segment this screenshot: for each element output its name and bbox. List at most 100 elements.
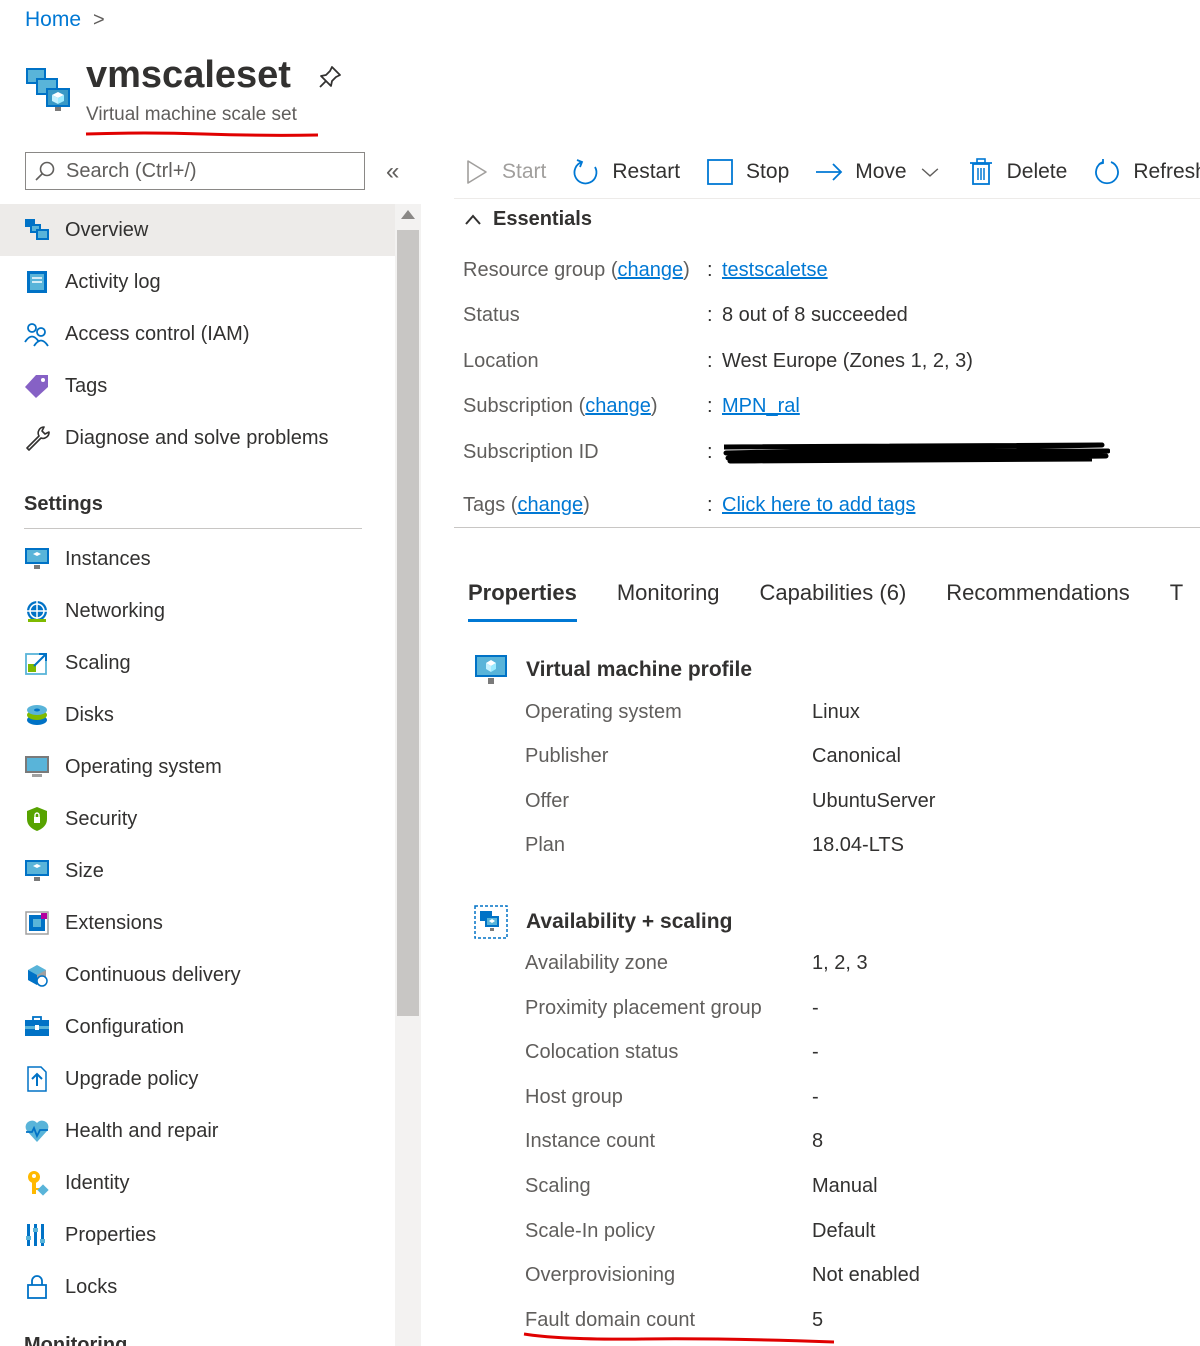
stop-button[interactable]: Stop bbox=[706, 158, 789, 186]
resource-group-label-text: Resource group bbox=[463, 258, 606, 281]
resource-group-change-link[interactable]: change bbox=[618, 259, 684, 281]
status-value: 8 out of 8 succeeded bbox=[722, 303, 908, 326]
property-value: 8 bbox=[812, 1129, 824, 1152]
sidebar-item-size[interactable]: Size bbox=[0, 845, 395, 897]
tags-label: Tags (change) bbox=[463, 493, 590, 516]
health-icon bbox=[24, 1118, 50, 1144]
property-value: UbuntuServer bbox=[812, 789, 936, 812]
sidebar-item-security[interactable]: Security bbox=[0, 793, 395, 845]
delete-button[interactable]: Delete bbox=[967, 158, 1067, 186]
collapse-sidebar-button[interactable]: « bbox=[386, 158, 399, 186]
property-row: Colocation status - bbox=[525, 1037, 819, 1067]
sidebar-item-disks[interactable]: Disks bbox=[0, 689, 395, 741]
sidebar-item-health-repair[interactable]: Health and repair bbox=[0, 1105, 395, 1157]
colon: : bbox=[707, 493, 713, 516]
search-placeholder: Search (Ctrl+/) bbox=[66, 159, 197, 182]
resource-group-link[interactable]: testscaletse bbox=[722, 259, 828, 282]
restart-button[interactable]: Restart bbox=[572, 158, 680, 186]
colon: : bbox=[707, 303, 713, 326]
sidebar-item-overview[interactable]: Overview bbox=[0, 204, 395, 256]
availability-heading: Availability + scaling bbox=[474, 905, 732, 939]
status-label: Status bbox=[463, 303, 520, 326]
sidebar-item-activity-log[interactable]: Activity log bbox=[0, 256, 395, 308]
search-icon bbox=[35, 161, 55, 181]
key-icon bbox=[24, 1170, 50, 1196]
property-row: Host group - bbox=[525, 1082, 819, 1112]
shield-icon bbox=[24, 806, 50, 832]
sidebar-item-extensions[interactable]: Extensions bbox=[0, 897, 395, 949]
colon: : bbox=[707, 440, 713, 463]
property-value: Canonical bbox=[812, 744, 901, 767]
sidebar-item-tags[interactable]: Tags bbox=[0, 360, 395, 412]
sidebar-item-access-control[interactable]: Access control (IAM) bbox=[0, 308, 395, 360]
configuration-icon bbox=[24, 1014, 50, 1040]
property-label: Plan bbox=[525, 833, 566, 856]
sidebar-item-instances[interactable]: Instances bbox=[0, 533, 395, 585]
tab-properties[interactable]: Properties bbox=[468, 576, 577, 622]
sidebar-item-diagnose[interactable]: Diagnose and solve problems bbox=[0, 412, 395, 464]
colon: : bbox=[707, 349, 713, 372]
tab-monitoring[interactable]: Monitoring bbox=[617, 576, 720, 620]
vm-profile-title: Virtual machine profile bbox=[526, 658, 753, 681]
refresh-button[interactable]: Refresh bbox=[1093, 158, 1200, 186]
tags-change-link[interactable]: change bbox=[517, 494, 583, 516]
tab-capabilities[interactable]: Capabilities (6) bbox=[760, 576, 907, 620]
continuous-delivery-icon bbox=[24, 962, 50, 988]
property-row: Publisher Canonical bbox=[525, 741, 901, 771]
vm-profile-heading: Virtual machine profile bbox=[474, 653, 752, 687]
sidebar-item-networking[interactable]: Networking bbox=[0, 585, 395, 637]
subscription-change-link[interactable]: change bbox=[585, 395, 651, 417]
sidebar-item-operating-system[interactable]: Operating system bbox=[0, 741, 395, 793]
tab-tutorials[interactable]: T bbox=[1170, 576, 1183, 620]
sidebar-item-label: Tags bbox=[65, 374, 108, 397]
sidebar-item-label: Scaling bbox=[65, 651, 131, 674]
property-row: Instance count 8 bbox=[525, 1126, 823, 1156]
property-row: Offer UbuntuServer bbox=[525, 786, 935, 816]
breadcrumb-home-link[interactable]: Home bbox=[25, 8, 81, 32]
move-label: Move bbox=[855, 160, 907, 183]
scrollbar-thumb[interactable] bbox=[397, 230, 419, 1016]
property-label: Proximity placement group bbox=[525, 996, 762, 1019]
property-label: Fault domain count bbox=[525, 1308, 696, 1331]
sidebar-item-identity[interactable]: Identity bbox=[0, 1157, 395, 1209]
extensions-icon bbox=[24, 910, 50, 936]
sidebar-section-monitoring: Monitoring bbox=[24, 1334, 128, 1346]
pin-icon[interactable] bbox=[317, 64, 343, 90]
sidebar-item-label: Operating system bbox=[65, 755, 222, 778]
property-value: Default bbox=[812, 1219, 876, 1242]
sidebar-item-label: Properties bbox=[65, 1223, 157, 1246]
property-label: Instance count bbox=[525, 1129, 656, 1152]
sidebar-item-configuration[interactable]: Configuration bbox=[0, 1001, 395, 1053]
scroll-up-arrow-icon[interactable] bbox=[401, 210, 415, 219]
sidebar-item-upgrade-policy[interactable]: Upgrade policy bbox=[0, 1053, 395, 1105]
subscription-link[interactable]: MPN_ral bbox=[722, 395, 800, 418]
add-tags-link[interactable]: Click here to add tags bbox=[722, 494, 915, 517]
chevron-up-icon bbox=[465, 213, 481, 225]
os-icon bbox=[24, 754, 50, 780]
redaction-scribble bbox=[723, 442, 1110, 464]
property-value: Not enabled bbox=[812, 1263, 920, 1286]
sidebar-item-label: Health and repair bbox=[65, 1119, 219, 1142]
essentials-row-subscription: Subscription (change) : MPN_ral bbox=[463, 391, 800, 421]
sidebar-scrollbar[interactable] bbox=[395, 204, 421, 1346]
sidebar-item-continuous-delivery[interactable]: Continuous delivery bbox=[0, 949, 395, 1001]
refresh-label: Refresh bbox=[1133, 160, 1200, 183]
start-button[interactable]: Start bbox=[462, 158, 546, 186]
property-value: - bbox=[812, 996, 819, 1019]
sidebar-item-properties[interactable]: Properties bbox=[0, 1209, 395, 1261]
sidebar-item-locks[interactable]: Locks bbox=[0, 1261, 395, 1313]
overview-icon bbox=[24, 217, 50, 243]
essentials-toggle[interactable]: Essentials bbox=[463, 208, 592, 231]
tags-label-text: Tags bbox=[463, 493, 506, 516]
size-icon bbox=[24, 858, 50, 884]
sidebar-item-scaling[interactable]: Scaling bbox=[0, 637, 395, 689]
search-input[interactable]: Search (Ctrl+/) bbox=[25, 152, 365, 190]
wrench-icon bbox=[24, 425, 50, 451]
arrow-right-icon bbox=[816, 163, 843, 181]
sidebar-item-label: Instances bbox=[65, 547, 151, 570]
properties-icon bbox=[24, 1222, 50, 1248]
move-button[interactable]: Move bbox=[815, 158, 940, 186]
colon: : bbox=[707, 258, 713, 281]
stop-label: Stop bbox=[746, 160, 790, 183]
tab-recommendations[interactable]: Recommendations bbox=[946, 576, 1129, 620]
